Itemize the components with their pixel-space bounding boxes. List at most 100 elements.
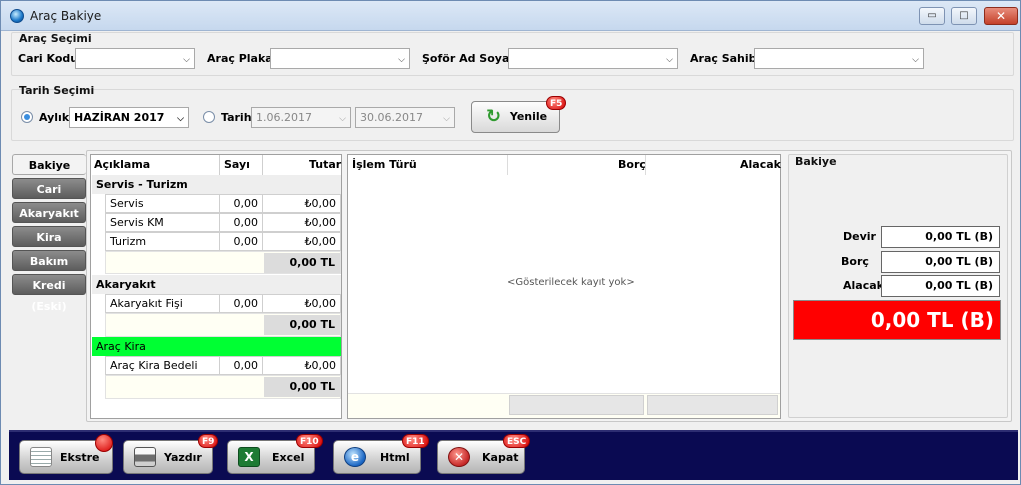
- table-row-desc[interactable]: Turizm: [105, 232, 220, 251]
- col-debit-header[interactable]: Borç: [618, 155, 646, 175]
- date-from-field[interactable]: 1.06.2017 ⌵: [251, 107, 351, 128]
- section-servis-turizm[interactable]: Servis - Turizm: [92, 175, 341, 194]
- tab-bakiye[interactable]: Bakiye: [12, 154, 86, 175]
- table-row-desc[interactable]: Araç Kira Bedeli: [105, 356, 220, 375]
- html-shortcut-badge: F11: [402, 434, 429, 448]
- arac-plaka-combo[interactable]: ⌵: [270, 48, 410, 69]
- excel-label: Excel: [272, 451, 305, 464]
- borc-label: Borç: [841, 255, 869, 268]
- arac-sahibi-combo[interactable]: ⌵: [754, 48, 924, 69]
- section-total: 0,00 TL: [264, 253, 340, 273]
- date-selection-label: Tarih Seçimi: [19, 84, 95, 97]
- monthly-label: Aylık: [39, 111, 70, 124]
- tab-cari[interactable]: Cari: [12, 178, 86, 199]
- table-row-amount[interactable]: ₺0,00: [262, 294, 341, 313]
- refresh-label: Yenile: [509, 110, 548, 123]
- balance-group-label: Bakiye: [795, 155, 837, 168]
- arac-sahibi-label: Araç Sahibi: [690, 52, 761, 65]
- table-row-count[interactable]: 0,00: [219, 356, 263, 375]
- header-divider: [262, 155, 263, 175]
- date-label: Tarih: [221, 111, 252, 124]
- title-bar[interactable]: Araç Bakiye ▭ □ ✕: [1, 1, 1020, 31]
- sofor-label: Şoför Ad Soyad: [422, 52, 518, 65]
- section-total: 0,00 TL: [264, 315, 340, 335]
- ekstre-label: Ekstre: [60, 451, 100, 464]
- cari-kodu-combo[interactable]: ⌵: [75, 48, 195, 69]
- chevron-down-icon[interactable]: ⌵: [912, 51, 919, 70]
- tab-bakim[interactable]: Bakım: [12, 250, 86, 271]
- excel-shortcut-badge: F10: [296, 434, 323, 448]
- col-credit-header[interactable]: Alacak: [740, 155, 781, 175]
- kapat-shortcut-badge: ESC: [503, 434, 531, 448]
- browser-icon: e: [344, 447, 366, 467]
- table-row-desc[interactable]: Servis: [105, 194, 220, 213]
- table-row-amount[interactable]: ₺0,00: [262, 213, 341, 232]
- empty-grid-text: <Gösterilecek kayıt yok>: [507, 277, 635, 288]
- vehicle-selection-label: Araç Seçimi: [19, 32, 92, 45]
- borc-value: 0,00 TL (B): [881, 251, 1000, 273]
- chevron-down-icon[interactable]: ⌵: [339, 110, 346, 129]
- date-to-field[interactable]: 30.06.2017 ⌵: [355, 107, 455, 128]
- date-to-value: 30.06.2017: [360, 111, 423, 124]
- html-label: Html: [380, 451, 410, 464]
- month-value: HAZİRAN 2017: [74, 111, 165, 124]
- maximize-button[interactable]: □: [951, 7, 977, 25]
- header-divider: [507, 155, 508, 175]
- chevron-down-icon[interactable]: ⌵: [666, 51, 673, 70]
- close-icon: ✕: [448, 447, 470, 467]
- table-row-amount[interactable]: ₺0,00: [262, 232, 341, 251]
- window: Araç Bakiye ▭ □ ✕ Araç Seçimi Cari Kodu …: [0, 0, 1021, 485]
- tab-kira[interactable]: Kira: [12, 226, 86, 247]
- alacak-value: 0,00 TL (B): [881, 275, 1000, 297]
- table-row-desc[interactable]: Akaryakıt Fişi: [105, 294, 220, 313]
- refresh-shortcut-badge: F5: [546, 96, 567, 110]
- col-desc-header[interactable]: Açıklama: [94, 155, 150, 175]
- table-row-count[interactable]: 0,00: [219, 194, 263, 213]
- alacak-label: Alacak: [843, 279, 884, 292]
- balance-total: 0,00 TL (B): [793, 300, 1001, 340]
- arac-plaka-label: Araç Plaka: [207, 52, 273, 65]
- tab-akaryakit[interactable]: Akaryakıt: [12, 202, 86, 223]
- section-akaryakit[interactable]: Akaryakıt: [92, 275, 341, 294]
- devir-value: 0,00 TL (B): [881, 226, 1000, 248]
- app-icon: [10, 9, 24, 23]
- table-row-count[interactable]: 0,00: [219, 213, 263, 232]
- close-button[interactable]: ✕: [984, 7, 1018, 25]
- devir-label: Devir: [843, 230, 876, 243]
- kapat-label: Kapat: [482, 451, 519, 464]
- minimize-button[interactable]: ▭: [919, 7, 945, 25]
- month-combo[interactable]: HAZİRAN 2017 ⌵: [69, 107, 189, 128]
- credit-total-cell: [647, 395, 778, 415]
- col-count-header[interactable]: Sayı: [224, 155, 250, 175]
- col-amount-header[interactable]: Tutar: [309, 155, 341, 175]
- window-title: Araç Bakiye: [30, 9, 102, 23]
- table-row-desc[interactable]: Servis KM: [105, 213, 220, 232]
- section-arac-kira[interactable]: Araç Kira: [92, 337, 341, 356]
- chevron-down-icon[interactable]: ⌵: [443, 110, 450, 129]
- chevron-down-icon[interactable]: ⌵: [183, 51, 190, 70]
- tab-kredi-eski[interactable]: Kredi (Eski): [12, 274, 86, 313]
- table-row-count[interactable]: 0,00: [219, 232, 263, 251]
- debit-total-cell: [509, 395, 644, 415]
- table-row-amount[interactable]: ₺0,00: [262, 194, 341, 213]
- monthly-radio[interactable]: [21, 111, 33, 123]
- statement-icon: [30, 447, 52, 467]
- col-type-header[interactable]: İşlem Türü: [352, 155, 417, 175]
- excel-icon: X: [238, 447, 260, 467]
- date-from-value: 1.06.2017: [256, 111, 312, 124]
- yazdir-shortcut-badge: F9: [198, 434, 219, 448]
- yazdir-label: Yazdır: [164, 451, 202, 464]
- table-row-count[interactable]: 0,00: [219, 294, 263, 313]
- section-total: 0,00 TL: [264, 377, 340, 397]
- chevron-down-icon[interactable]: ⌵: [177, 110, 184, 129]
- chevron-down-icon[interactable]: ⌵: [398, 51, 405, 70]
- date-radio[interactable]: [203, 111, 215, 123]
- refresh-icon: ↻: [486, 106, 502, 127]
- sofor-combo[interactable]: ⌵: [508, 48, 678, 69]
- table-row-amount[interactable]: ₺0,00: [262, 356, 341, 375]
- printer-icon: [134, 447, 156, 467]
- ekstre-badge: [95, 434, 113, 452]
- header-divider: [219, 155, 220, 175]
- cari-kodu-label: Cari Kodu: [18, 52, 79, 65]
- header-divider: [645, 155, 646, 175]
